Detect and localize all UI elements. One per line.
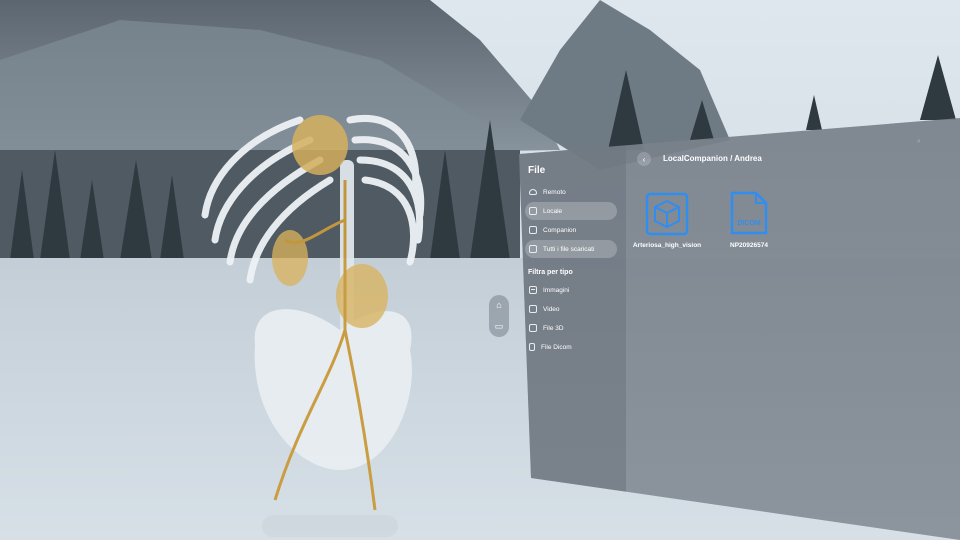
- sidebar-item-locale[interactable]: Locale: [525, 202, 617, 220]
- bottom-toolbar[interactable]: [262, 515, 398, 537]
- storage-icon: [529, 207, 537, 215]
- filter-item-label: Video: [543, 305, 560, 313]
- sidebar-item-label: Remoto: [543, 188, 566, 196]
- file-name: Arteriosa_high_vision: [632, 242, 702, 249]
- filter-item-file-dicom[interactable]: File Dicom: [525, 338, 617, 356]
- cube-file-icon: [645, 192, 689, 236]
- sidebar-item-label: Locale: [543, 207, 563, 215]
- filter-section-label: Filtra per tipo: [528, 269, 573, 276]
- sidebar-item-tutti-i-file[interactable]: Tutti i file scaricati: [525, 240, 617, 258]
- sidebar-item-companion[interactable]: Companion: [525, 221, 617, 239]
- file-name: NP20926574: [730, 242, 768, 249]
- filter-item-label: Immagini: [543, 286, 570, 294]
- file-window: File Remoto Locale Companion Tutti i fil…: [519, 118, 960, 540]
- filter-item-video[interactable]: Video: [525, 300, 617, 318]
- side-ornament: ⌂ ▭: [489, 295, 509, 337]
- sidebar-item-label: Tutti i file scaricati: [543, 245, 595, 253]
- filter-item-label: File Dicom: [541, 343, 572, 351]
- document-icon: [529, 343, 535, 351]
- dicom-badge: DICOM: [737, 220, 761, 227]
- filter-item-label: File 3D: [543, 324, 564, 332]
- video-icon: [529, 305, 537, 313]
- filter-item-immagini[interactable]: Immagini: [525, 281, 617, 299]
- book-icon: [529, 245, 537, 253]
- dicom-file-icon: DICOM: [730, 191, 768, 235]
- image-icon: [529, 286, 537, 294]
- folder-icon[interactable]: ▭: [495, 322, 504, 331]
- companion-icon: [529, 226, 537, 234]
- sidebar-item-remoto[interactable]: Remoto: [525, 183, 617, 201]
- home-icon[interactable]: ⌂: [496, 301, 501, 310]
- cube-icon: [529, 324, 537, 332]
- cloud-icon: [529, 189, 537, 195]
- filter-item-file-3d[interactable]: File 3D: [525, 319, 617, 337]
- search-icon[interactable]: ⌕: [917, 138, 921, 146]
- sidebar-item-label: Companion: [543, 226, 577, 234]
- window-title: File: [528, 165, 546, 176]
